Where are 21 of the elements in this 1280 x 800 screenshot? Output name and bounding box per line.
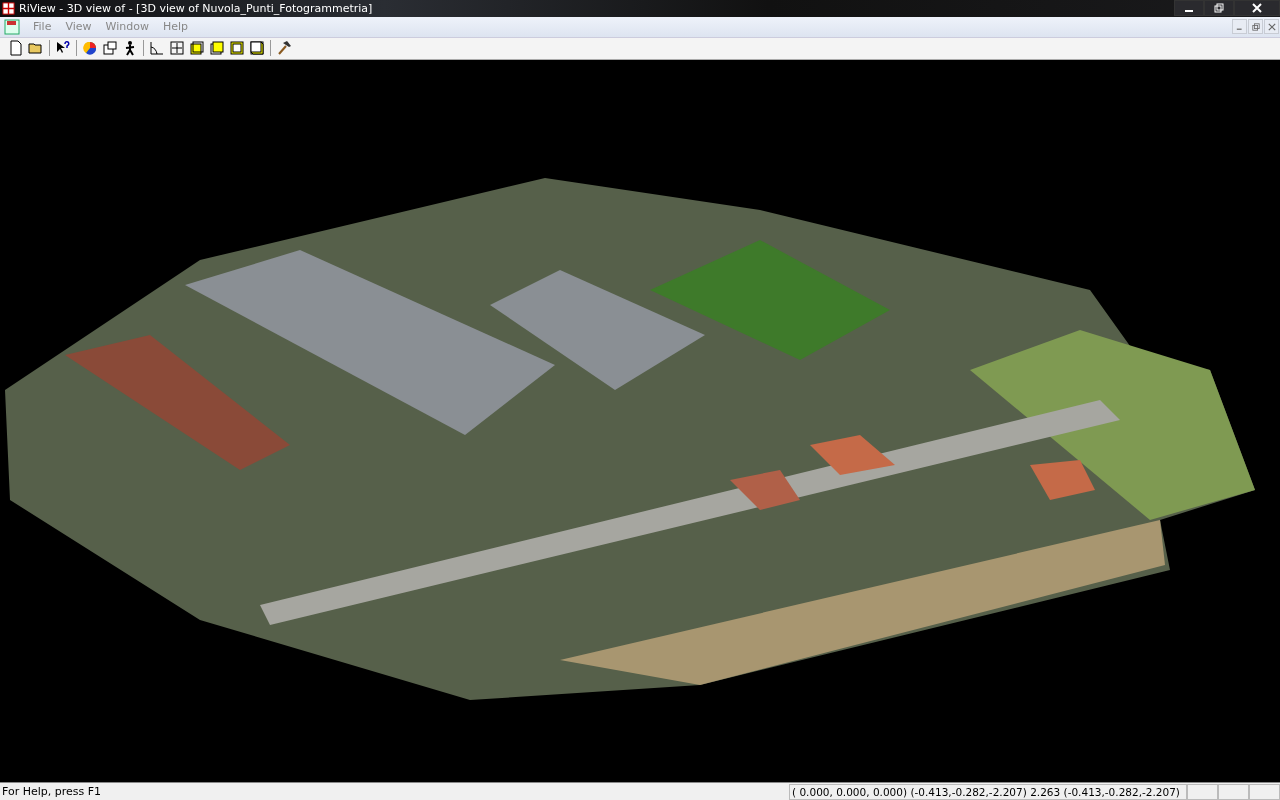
document-icon (4, 18, 20, 35)
maximize-button[interactable] (1204, 0, 1234, 16)
menu-item[interactable]: File (26, 20, 59, 34)
status-pane (1249, 783, 1280, 800)
status-help-text: For Help, press F1 (1, 785, 103, 799)
status-pane (1187, 783, 1218, 800)
restore-icon (1251, 22, 1260, 31)
close-icon (1252, 3, 1262, 13)
status-pane (1218, 783, 1249, 800)
restore-button[interactable] (1248, 19, 1263, 35)
status-coordinates: ( 0.000, 0.000, 0.000) (-0.413,-0.282,-2.207) 2.263 (-0.413,-0.282,-2.207) (789, 783, 1187, 800)
window-title: RiView - 3D view of - [3D view of Nuvola_Punti_Fotogrammetria] (19, 1, 374, 15)
minimize-icon (1185, 10, 1193, 12)
app-logo-icon (2, 1, 15, 15)
close-icon (1267, 22, 1276, 31)
menu-item[interactable]: Window (98, 20, 156, 34)
minimize-button[interactable] (1174, 0, 1204, 16)
menu-item[interactable]: View (58, 20, 99, 34)
close-button[interactable] (1234, 0, 1280, 16)
restore-icon (1214, 3, 1224, 13)
menu-item[interactable]: Help (155, 20, 195, 34)
